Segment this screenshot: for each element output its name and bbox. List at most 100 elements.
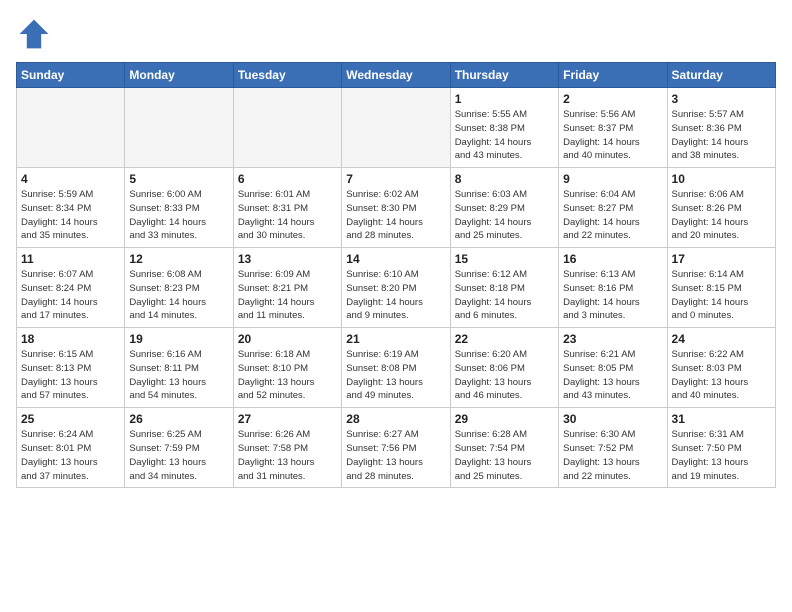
day-info: Sunrise: 5:56 AMSunset: 8:37 PMDaylight:…: [563, 108, 662, 163]
day-cell: 8 Sunrise: 6:03 AMSunset: 8:29 PMDaylight…: [450, 168, 558, 248]
day-cell: 28 Sunrise: 6:27 AMSunset: 7:56 PMDayligh…: [342, 408, 450, 488]
day-info: Sunrise: 6:07 AMSunset: 8:24 PMDaylight:…: [21, 268, 120, 323]
day-number: 5: [129, 172, 228, 186]
day-info: Sunrise: 6:24 AMSunset: 8:01 PMDaylight:…: [21, 428, 120, 483]
day-info: Sunrise: 6:21 AMSunset: 8:05 PMDaylight:…: [563, 348, 662, 403]
logo-icon: [16, 16, 52, 52]
day-cell: 22 Sunrise: 6:20 AMSunset: 8:06 PMDayligh…: [450, 328, 558, 408]
day-cell: 5 Sunrise: 6:00 AMSunset: 8:33 PMDaylight…: [125, 168, 233, 248]
day-number: 10: [672, 172, 771, 186]
day-number: 25: [21, 412, 120, 426]
day-cell: 25 Sunrise: 6:24 AMSunset: 8:01 PMDayligh…: [17, 408, 125, 488]
day-number: 26: [129, 412, 228, 426]
day-cell: 27 Sunrise: 6:26 AMSunset: 7:58 PMDayligh…: [233, 408, 341, 488]
day-cell: 14 Sunrise: 6:10 AMSunset: 8:20 PMDayligh…: [342, 248, 450, 328]
day-cell: 31Sunrise: 6:31 AMSunset: 7:50 PMDayligh…: [667, 408, 775, 488]
day-number: 22: [455, 332, 554, 346]
page-header: [16, 16, 776, 52]
weekday-header-friday: Friday: [559, 63, 667, 88]
day-number: 27: [238, 412, 337, 426]
day-number: 1: [455, 92, 554, 106]
day-info: Sunrise: 6:18 AMSunset: 8:10 PMDaylight:…: [238, 348, 337, 403]
week-row-4: 25 Sunrise: 6:24 AMSunset: 8:01 PMDayligh…: [17, 408, 776, 488]
logo: [16, 16, 58, 52]
day-cell: 15 Sunrise: 6:12 AMSunset: 8:18 PMDayligh…: [450, 248, 558, 328]
week-row-1: 4 Sunrise: 5:59 AMSunset: 8:34 PMDaylight…: [17, 168, 776, 248]
day-number: 30: [563, 412, 662, 426]
day-cell: 11 Sunrise: 6:07 AMSunset: 8:24 PMDayligh…: [17, 248, 125, 328]
day-cell: [233, 88, 341, 168]
day-info: Sunrise: 6:00 AMSunset: 8:33 PMDaylight:…: [129, 188, 228, 243]
day-number: 3: [672, 92, 771, 106]
day-number: 17: [672, 252, 771, 266]
day-number: 20: [238, 332, 337, 346]
day-info: Sunrise: 6:16 AMSunset: 8:11 PMDaylight:…: [129, 348, 228, 403]
day-info: Sunrise: 6:25 AMSunset: 7:59 PMDaylight:…: [129, 428, 228, 483]
day-info: Sunrise: 6:26 AMSunset: 7:58 PMDaylight:…: [238, 428, 337, 483]
day-info: Sunrise: 6:28 AMSunset: 7:54 PMDaylight:…: [455, 428, 554, 483]
day-number: 13: [238, 252, 337, 266]
day-info: Sunrise: 6:04 AMSunset: 8:27 PMDaylight:…: [563, 188, 662, 243]
day-cell: 18 Sunrise: 6:15 AMSunset: 8:13 PMDayligh…: [17, 328, 125, 408]
weekday-header-tuesday: Tuesday: [233, 63, 341, 88]
day-number: 31: [672, 412, 771, 426]
day-info: Sunrise: 6:15 AMSunset: 8:13 PMDaylight:…: [21, 348, 120, 403]
day-number: 7: [346, 172, 445, 186]
day-number: 12: [129, 252, 228, 266]
week-row-2: 11 Sunrise: 6:07 AMSunset: 8:24 PMDayligh…: [17, 248, 776, 328]
day-info: Sunrise: 6:12 AMSunset: 8:18 PMDaylight:…: [455, 268, 554, 323]
week-row-0: 1 Sunrise: 5:55 AMSunset: 8:38 PMDaylight…: [17, 88, 776, 168]
weekday-header-saturday: Saturday: [667, 63, 775, 88]
day-number: 9: [563, 172, 662, 186]
day-info: Sunrise: 5:55 AMSunset: 8:38 PMDaylight:…: [455, 108, 554, 163]
day-cell: 4 Sunrise: 5:59 AMSunset: 8:34 PMDaylight…: [17, 168, 125, 248]
day-cell: 21Sunrise: 6:19 AMSunset: 8:08 PMDayligh…: [342, 328, 450, 408]
calendar-table: SundayMondayTuesdayWednesdayThursdayFrid…: [16, 62, 776, 488]
day-cell: 23 Sunrise: 6:21 AMSunset: 8:05 PMDayligh…: [559, 328, 667, 408]
weekday-header-row: SundayMondayTuesdayWednesdayThursdayFrid…: [17, 63, 776, 88]
day-number: 11: [21, 252, 120, 266]
day-number: 23: [563, 332, 662, 346]
day-info: Sunrise: 6:09 AMSunset: 8:21 PMDaylight:…: [238, 268, 337, 323]
day-cell: 26 Sunrise: 6:25 AMSunset: 7:59 PMDayligh…: [125, 408, 233, 488]
day-cell: 3Sunrise: 5:57 AMSunset: 8:36 PMDaylight…: [667, 88, 775, 168]
calendar-body: 1 Sunrise: 5:55 AMSunset: 8:38 PMDaylight…: [17, 88, 776, 488]
day-info: Sunrise: 6:10 AMSunset: 8:20 PMDaylight:…: [346, 268, 445, 323]
day-number: 14: [346, 252, 445, 266]
day-cell: [17, 88, 125, 168]
day-number: 24: [672, 332, 771, 346]
day-cell: [125, 88, 233, 168]
day-number: 18: [21, 332, 120, 346]
day-info: Sunrise: 6:20 AMSunset: 8:06 PMDaylight:…: [455, 348, 554, 403]
day-cell: 10 Sunrise: 6:06 AMSunset: 8:26 PMDayligh…: [667, 168, 775, 248]
day-cell: [342, 88, 450, 168]
day-number: 4: [21, 172, 120, 186]
day-cell: 12Sunrise: 6:08 AMSunset: 8:23 PMDayligh…: [125, 248, 233, 328]
weekday-header-sunday: Sunday: [17, 63, 125, 88]
day-cell: 9 Sunrise: 6:04 AMSunset: 8:27 PMDaylight…: [559, 168, 667, 248]
day-cell: 17Sunrise: 6:14 AMSunset: 8:15 PMDayligh…: [667, 248, 775, 328]
day-number: 29: [455, 412, 554, 426]
day-number: 8: [455, 172, 554, 186]
day-cell: 20 Sunrise: 6:18 AMSunset: 8:10 PMDayligh…: [233, 328, 341, 408]
day-info: Sunrise: 6:06 AMSunset: 8:26 PMDaylight:…: [672, 188, 771, 243]
day-number: 28: [346, 412, 445, 426]
day-cell: 24Sunrise: 6:22 AMSunset: 8:03 PMDayligh…: [667, 328, 775, 408]
week-row-3: 18 Sunrise: 6:15 AMSunset: 8:13 PMDayligh…: [17, 328, 776, 408]
day-info: Sunrise: 6:27 AMSunset: 7:56 PMDaylight:…: [346, 428, 445, 483]
day-info: Sunrise: 6:03 AMSunset: 8:29 PMDaylight:…: [455, 188, 554, 243]
day-cell: 16Sunrise: 6:13 AMSunset: 8:16 PMDayligh…: [559, 248, 667, 328]
day-number: 6: [238, 172, 337, 186]
day-info: Sunrise: 6:30 AMSunset: 7:52 PMDaylight:…: [563, 428, 662, 483]
day-number: 15: [455, 252, 554, 266]
day-cell: 1 Sunrise: 5:55 AMSunset: 8:38 PMDaylight…: [450, 88, 558, 168]
day-info: Sunrise: 6:02 AMSunset: 8:30 PMDaylight:…: [346, 188, 445, 243]
weekday-header-monday: Monday: [125, 63, 233, 88]
day-info: Sunrise: 5:59 AMSunset: 8:34 PMDaylight:…: [21, 188, 120, 243]
day-cell: 2Sunrise: 5:56 AMSunset: 8:37 PMDaylight…: [559, 88, 667, 168]
day-cell: 13 Sunrise: 6:09 AMSunset: 8:21 PMDayligh…: [233, 248, 341, 328]
day-cell: 6Sunrise: 6:01 AMSunset: 8:31 PMDaylight…: [233, 168, 341, 248]
day-cell: 19Sunrise: 6:16 AMSunset: 8:11 PMDayligh…: [125, 328, 233, 408]
day-info: Sunrise: 6:19 AMSunset: 8:08 PMDaylight:…: [346, 348, 445, 403]
day-number: 16: [563, 252, 662, 266]
